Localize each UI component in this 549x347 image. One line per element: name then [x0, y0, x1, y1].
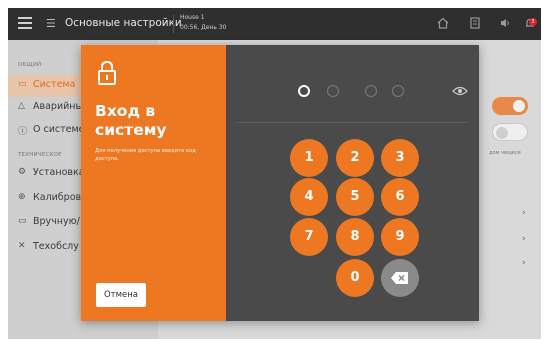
section-general: ОБЩИЙ — [18, 62, 42, 68]
key-1[interactable]: 1 — [290, 139, 328, 177]
toggle-on[interactable] — [492, 97, 528, 115]
bell-icon[interactable]: 3 — [522, 16, 538, 32]
cancel-button[interactable]: Отмена — [96, 283, 146, 307]
chevron-right-icon[interactable]: › — [522, 208, 526, 218]
install-icon: ⚙ — [18, 167, 27, 177]
toggle-knob — [496, 127, 508, 139]
pin-dot — [298, 85, 310, 97]
pin-dot — [392, 85, 404, 97]
top-bar: ☰ Основные настройки House 1 00:56, День… — [8, 8, 541, 40]
screen: ☰ Основные настройки House 1 00:56, День… — [8, 8, 541, 339]
content-right — [476, 40, 541, 339]
toggle-knob — [513, 100, 525, 112]
sidebar-item-label: Техобслу — [33, 241, 79, 252]
sidebar-item-label: Вручную/ — [33, 216, 80, 227]
key-3[interactable]: 3 — [381, 139, 419, 177]
login-info-panel: Вход в систему Для получения доступа вве… — [81, 45, 226, 321]
page-title: Основные настройки — [65, 17, 182, 29]
divider — [173, 15, 174, 33]
notification-badge: 3 — [529, 18, 537, 26]
settings-sliders-icon: ☰ — [46, 17, 56, 30]
house-name: House 1 — [180, 14, 205, 21]
login-description: Для получения доступа введите код доступ… — [95, 148, 196, 162]
eye-icon[interactable] — [452, 86, 468, 96]
key-2[interactable]: 2 — [336, 139, 374, 177]
time-day: 00:56, День 30 — [180, 24, 227, 31]
sidebar-item-label: О системе — [33, 124, 85, 135]
home-icon[interactable] — [435, 16, 451, 32]
pin-dot — [365, 85, 377, 97]
key-4[interactable]: 4 — [290, 178, 328, 216]
section-technical: ТЕХНИЧЕСКОЕ — [18, 152, 62, 158]
backspace-button[interactable] — [381, 259, 419, 297]
sidebar-item-label: Установка — [33, 167, 85, 178]
sound-icon[interactable] — [497, 16, 513, 32]
chevron-right-icon[interactable]: › — [522, 258, 526, 268]
monitor-icon: ▭ — [18, 79, 27, 89]
key-0[interactable]: 0 — [336, 259, 374, 297]
toggle-off[interactable] — [492, 123, 528, 141]
key-5[interactable]: 5 — [336, 178, 374, 216]
pin-divider — [236, 122, 467, 123]
lock-icon — [98, 60, 116, 85]
hint-text: дом чищеся — [489, 150, 521, 156]
calibration-icon: ⊕ — [18, 192, 26, 202]
alarm-icon: △ — [18, 101, 25, 111]
manual-icon: ▭ — [18, 216, 27, 226]
key-7[interactable]: 7 — [290, 218, 328, 256]
sidebar-item-label: Аварийны — [33, 101, 84, 112]
menu-icon[interactable] — [18, 17, 32, 31]
keypad-panel: 1 2 3 4 5 6 7 8 9 0 — [226, 45, 479, 321]
info-icon: ⓘ — [18, 127, 28, 137]
chevron-right-icon[interactable]: › — [522, 234, 526, 244]
login-dialog: Вход в систему Для получения доступа вве… — [81, 45, 479, 321]
key-9[interactable]: 9 — [381, 218, 419, 256]
login-title: Вход в систему — [95, 102, 167, 139]
key-6[interactable]: 6 — [381, 178, 419, 216]
backspace-icon — [391, 271, 408, 284]
pin-dot — [327, 85, 339, 97]
document-icon[interactable] — [467, 16, 483, 32]
sidebar-item-label: Калибров — [33, 192, 82, 203]
sidebar-item-label: Система — [33, 79, 76, 90]
key-8[interactable]: 8 — [336, 218, 374, 256]
maintenance-icon: ✕ — [18, 241, 26, 251]
